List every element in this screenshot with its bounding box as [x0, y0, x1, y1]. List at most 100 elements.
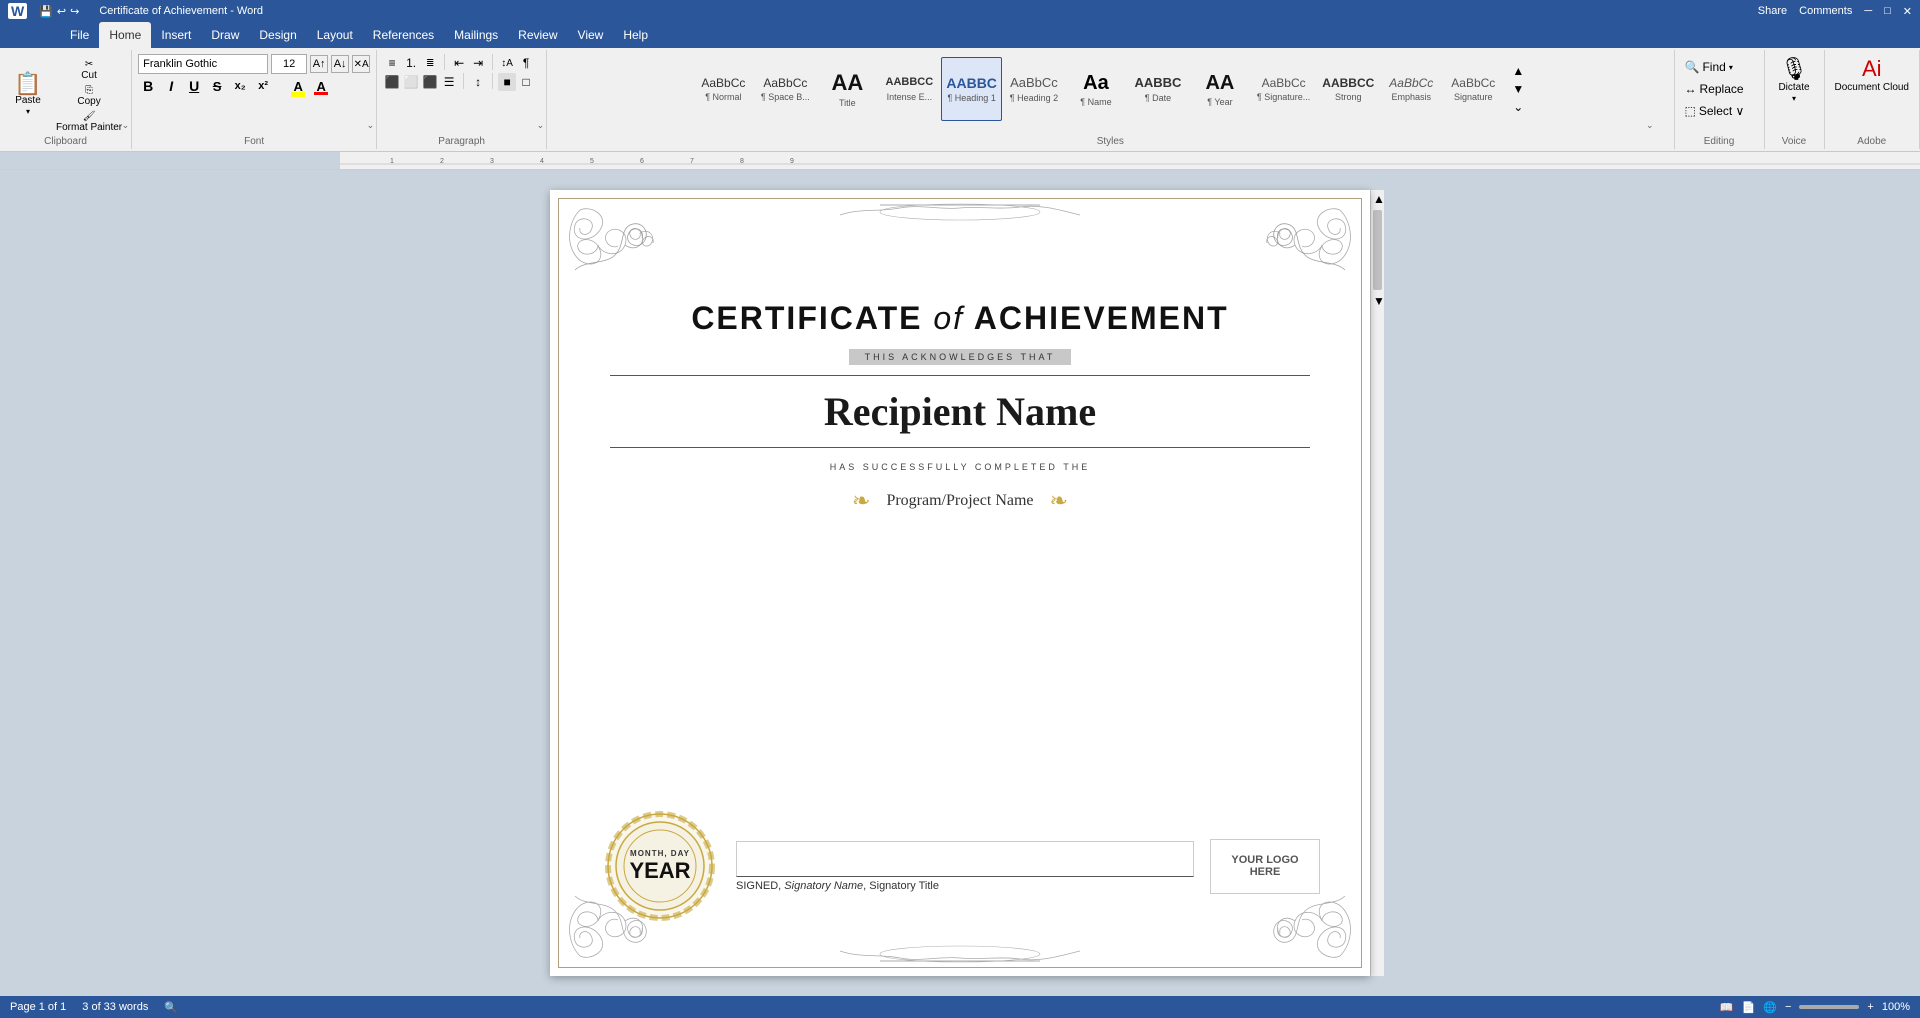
quick-access-save[interactable]: 💾: [39, 5, 53, 18]
style-strong[interactable]: AABBCC Strong: [1317, 57, 1379, 121]
quick-access-redo[interactable]: ↪: [70, 5, 79, 18]
tab-view[interactable]: View: [568, 22, 614, 48]
text-highlight-button[interactable]: A: [288, 76, 308, 96]
increase-indent-button[interactable]: ⇥: [469, 54, 487, 72]
vertical-scrollbar[interactable]: ▲ ▼: [1370, 190, 1384, 976]
cert-title-text2: ACHIEVEMENT: [964, 300, 1229, 336]
cert-logo-box[interactable]: YOUR LOGO HERE: [1210, 839, 1320, 894]
zoom-in-button[interactable]: +: [1867, 1001, 1873, 1013]
decrease-indent-button[interactable]: ⇤: [450, 54, 468, 72]
find-icon: 🔍: [1685, 60, 1700, 74]
styles-scroll-up[interactable]: ▲: [1509, 62, 1527, 80]
shading-button[interactable]: ■: [498, 73, 516, 91]
cert-logo-line2: HERE: [1250, 866, 1281, 878]
cert-program-name[interactable]: Program/Project Name: [886, 492, 1033, 510]
font-color-button[interactable]: A: [311, 76, 331, 96]
find-button[interactable]: 🔍 Find ▾: [1681, 58, 1758, 76]
sort-button[interactable]: ↕A: [498, 54, 516, 72]
underline-button[interactable]: U: [184, 76, 204, 96]
copy-button[interactable]: ⎘ Copy: [53, 84, 125, 108]
tab-design[interactable]: Design: [249, 22, 306, 48]
align-right-button[interactable]: ⬛: [421, 73, 439, 91]
font-expand-icon[interactable]: ⌄: [367, 120, 375, 131]
style-intense-emphasis[interactable]: AABBCC Intense E...: [879, 57, 939, 121]
maximize-button[interactable]: □: [1884, 5, 1891, 17]
style-date[interactable]: AABBC ¶ Date: [1128, 57, 1188, 121]
para-divider3: [463, 73, 464, 89]
bold-button[interactable]: B: [138, 76, 158, 96]
view-read-button[interactable]: 📖: [1720, 1001, 1734, 1014]
style-heading2[interactable]: AaBbCc ¶ Heading 2: [1004, 57, 1064, 121]
close-button[interactable]: ✕: [1903, 5, 1912, 18]
scroll-thumb[interactable]: [1373, 210, 1382, 290]
font-grow-button[interactable]: A↑: [310, 55, 328, 73]
align-left-button[interactable]: ⬛: [383, 73, 401, 91]
justify-button[interactable]: ☰: [440, 73, 458, 91]
style-signature2[interactable]: AaBbCc Signature: [1443, 57, 1503, 121]
para-divider4: [492, 73, 493, 89]
para-expand-icon[interactable]: ⌄: [537, 120, 545, 131]
replace-button[interactable]: ↔ Replace: [1681, 80, 1758, 98]
style-space-before[interactable]: AaBbCc ¶ Space B...: [755, 57, 815, 121]
scroll-down-button[interactable]: ▼: [1371, 292, 1384, 310]
style-heading1[interactable]: AABBC ¶ Heading 1: [941, 57, 1002, 121]
view-web-button[interactable]: 🌐: [1763, 1001, 1777, 1014]
document-cloud-button[interactable]: Ai Document Cloud: [1831, 54, 1913, 96]
styles-scroll-down[interactable]: ▼: [1509, 80, 1527, 98]
quick-access-undo[interactable]: ↩: [57, 5, 66, 18]
bullets-button[interactable]: ≡: [383, 54, 401, 72]
minimize-button[interactable]: ─: [1864, 5, 1872, 17]
tab-help[interactable]: Help: [613, 22, 658, 48]
tab-review[interactable]: Review: [508, 22, 567, 48]
scroll-up-button[interactable]: ▲: [1371, 190, 1384, 208]
style-signature[interactable]: AaBbCc ¶ Signature...: [1252, 57, 1315, 121]
subscript-button[interactable]: x₂: [230, 76, 250, 96]
font-shrink-button[interactable]: A↓: [331, 55, 349, 73]
font-size-input[interactable]: [271, 54, 307, 74]
zoom-out-button[interactable]: −: [1785, 1001, 1791, 1013]
zoom-level[interactable]: 100%: [1882, 1001, 1910, 1013]
style-emphasis[interactable]: AaBbCc Emphasis: [1381, 57, 1441, 121]
superscript-button[interactable]: x²: [253, 76, 273, 96]
italic-button[interactable]: I: [161, 76, 181, 96]
font-name-input[interactable]: [138, 54, 268, 74]
styles-expand[interactable]: ⌄: [1509, 98, 1527, 116]
strikethrough-button[interactable]: S: [207, 76, 227, 96]
line-spacing-button[interactable]: ↕: [469, 73, 487, 91]
style-name[interactable]: Aa ¶ Name: [1066, 57, 1126, 121]
tab-home[interactable]: Home: [99, 22, 151, 48]
tab-mailings[interactable]: Mailings: [444, 22, 508, 48]
status-bar-left: Page 1 of 1 3 of 33 words 🔍: [10, 1001, 178, 1014]
cert-title-italic: of: [933, 300, 964, 336]
show-marks-button[interactable]: ¶: [517, 54, 535, 72]
clipboard-expand-icon[interactable]: ⌄: [122, 120, 130, 131]
dictate-button[interactable]: 🎙 Dictate ▾: [1774, 54, 1813, 105]
tab-insert[interactable]: Insert: [151, 22, 201, 48]
select-button[interactable]: ⬚ Select ∨: [1681, 102, 1758, 120]
proofing-icon: 🔍: [164, 1001, 178, 1014]
view-layout-button[interactable]: 📄: [1742, 1001, 1756, 1014]
tab-references[interactable]: References: [363, 22, 444, 48]
comments-button[interactable]: Comments: [1799, 5, 1852, 17]
numbering-button[interactable]: 1.: [402, 54, 420, 72]
tab-draw[interactable]: Draw: [201, 22, 249, 48]
replace-icon: ↔: [1685, 82, 1697, 96]
cut-button[interactable]: ✂ Cut: [53, 58, 125, 82]
cert-hr1: [610, 375, 1310, 376]
style-normal[interactable]: AaBbCc ¶ Normal: [693, 57, 753, 121]
style-title[interactable]: AA Title: [817, 57, 877, 121]
cert-recipient[interactable]: Recipient Name: [824, 388, 1096, 435]
format-painter-button[interactable]: 🖌 Format Painter: [53, 110, 125, 134]
tab-file[interactable]: File: [60, 22, 99, 48]
cert-program-row: ❧ Program/Project Name ❧: [852, 488, 1068, 514]
align-center-button[interactable]: ⬜: [402, 73, 420, 91]
share-button[interactable]: Share: [1758, 5, 1787, 17]
clear-format-button[interactable]: ✕A: [352, 55, 370, 73]
tab-layout[interactable]: Layout: [307, 22, 363, 48]
borders-button[interactable]: □: [517, 73, 535, 91]
styles-expand-icon[interactable]: ⌄: [1646, 120, 1654, 131]
paste-button[interactable]: 📋 Paste ▾: [6, 71, 50, 118]
style-year[interactable]: AA ¶ Year: [1190, 57, 1250, 121]
multilevel-button[interactable]: ≣: [421, 54, 439, 72]
editing-section: 🔍 Find ▾ ↔ Replace ⬚ Select ∨ Editing: [1675, 50, 1765, 149]
